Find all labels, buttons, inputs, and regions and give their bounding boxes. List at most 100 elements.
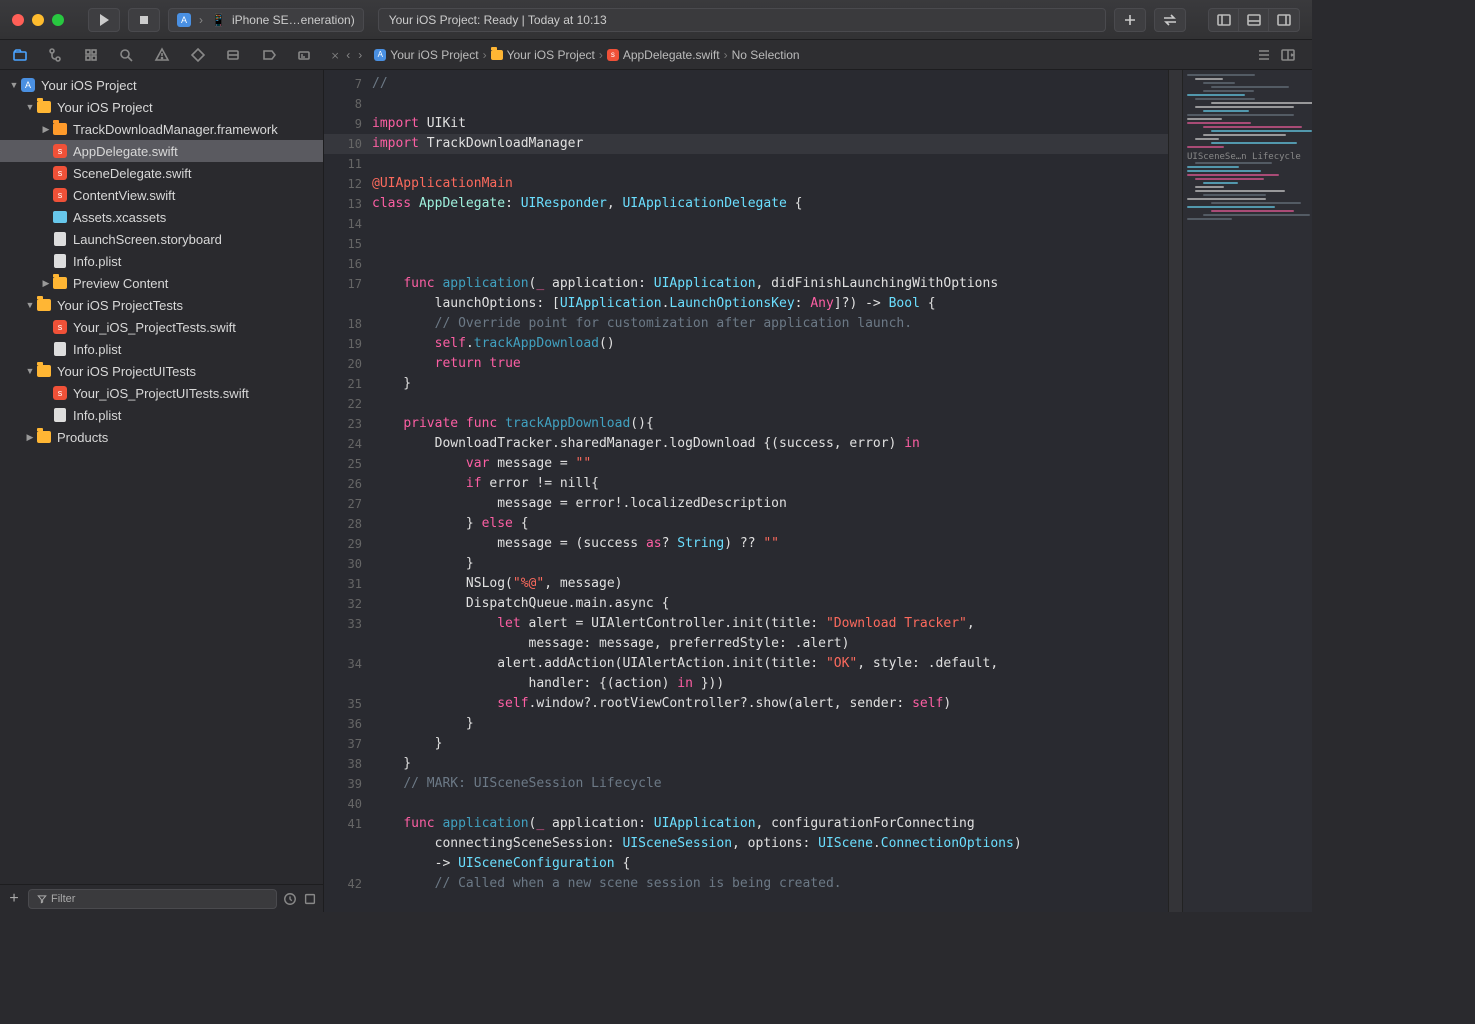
disclosure-triangle-icon[interactable]: ▶ [40,278,52,289]
navigator-tab-folder[interactable] [4,42,36,68]
code-line[interactable]: return true [372,354,1168,374]
tree-row[interactable]: Assets.xcassets [0,206,323,228]
code-line[interactable]: NSLog("%@", message) [372,574,1168,594]
navigator-tab-tests[interactable] [182,42,214,68]
jumpbar-item[interactable]: Your iOS Project [390,48,478,62]
close-button[interactable] [12,14,24,26]
code-line[interactable]: message = (success as? String) ?? "" [372,534,1168,554]
code-line[interactable] [372,154,1168,174]
tree-row[interactable]: LaunchScreen.storyboard [0,228,323,250]
clock-icon[interactable] [283,892,297,906]
code-line[interactable]: self.trackAppDownload() [372,334,1168,354]
code-line[interactable]: -> UISceneConfiguration { [372,854,1168,874]
toggle-navigator-button[interactable] [1209,9,1239,31]
scm-filter-icon[interactable] [303,892,317,906]
code-line[interactable]: DispatchQueue.main.async { [372,594,1168,614]
code-area[interactable]: // import UIKitimport TrackDownloadManag… [372,70,1168,912]
navigator-tab-symbols[interactable] [75,42,107,68]
navigator-tab-warnings[interactable] [146,42,178,68]
code-line[interactable] [372,254,1168,274]
code-line[interactable]: connectingSceneSession: UISceneSession, … [372,834,1168,854]
code-line[interactable]: if error != nill{ [372,474,1168,494]
tree-row[interactable]: Info.plist [0,338,323,360]
code-line[interactable]: import UIKit [372,114,1168,134]
code-line[interactable]: message: message, preferredStyle: .alert… [372,634,1168,654]
tree-row[interactable]: ▼Your iOS Project [0,96,323,118]
code-line[interactable]: launchOptions: [UIApplication.LaunchOpti… [372,294,1168,314]
toggle-inspectors-button[interactable] [1269,9,1299,31]
history-forward-button[interactable]: › [358,48,370,62]
tree-row[interactable]: sYour_iOS_ProjectUITests.swift [0,382,323,404]
library-button[interactable] [1114,8,1146,32]
tree-row[interactable]: ▼Your iOS ProjectUITests [0,360,323,382]
code-line[interactable]: self.window?.rootViewController?.show(al… [372,694,1168,714]
disclosure-triangle-icon[interactable]: ▶ [40,124,52,135]
code-line[interactable]: // MARK: UISceneSession Lifecycle [372,774,1168,794]
project-navigator[interactable]: ▼AYour iOS Project▼Your iOS Project▶Trac… [0,70,323,884]
disclosure-triangle-icon[interactable]: ▼ [24,366,36,376]
navigator-tab-search[interactable] [111,42,143,68]
code-line[interactable] [372,234,1168,254]
split-editor-icon[interactable] [1280,47,1296,63]
tree-row[interactable]: ▼Your iOS ProjectTests [0,294,323,316]
code-line[interactable]: } [372,754,1168,774]
code-line[interactable] [372,214,1168,234]
navigator-tab-logs[interactable] [289,42,321,68]
code-line[interactable] [372,94,1168,114]
source-editor[interactable]: 7891011121314151617181920212223242526272… [324,70,1312,912]
disclosure-triangle-icon[interactable]: ▼ [8,80,20,90]
maximize-button[interactable] [52,14,64,26]
disclosure-triangle-icon[interactable]: ▼ [24,300,36,310]
code-line[interactable]: @UIApplicationMain [372,174,1168,194]
code-line[interactable]: alert.addAction(UIAlertAction.init(title… [372,654,1168,674]
code-line[interactable]: } [372,734,1168,754]
navigator-tab-git[interactable] [40,42,72,68]
disclosure-triangle-icon[interactable]: ▼ [24,102,36,112]
stop-button[interactable] [128,8,160,32]
code-line[interactable]: } [372,554,1168,574]
tree-row[interactable]: Info.plist [0,250,323,272]
code-line[interactable]: class AppDelegate: UIResponder, UIApplic… [372,194,1168,214]
code-line[interactable]: func application(_ application: UIApplic… [372,814,1168,834]
related-items-icon[interactable]: 𐄂 [332,46,338,63]
jumpbar-item[interactable]: No Selection [732,48,800,62]
code-line[interactable]: let alert = UIAlertController.init(title… [372,614,1168,634]
scrollbar[interactable] [1168,70,1182,912]
code-line[interactable]: message = error!.localizedDescription [372,494,1168,514]
code-line[interactable]: } [372,714,1168,734]
history-back-button[interactable]: ‹ [342,48,354,62]
navigator-tab-debug[interactable] [217,42,249,68]
tree-row[interactable]: sSceneDelegate.swift [0,162,323,184]
tree-row[interactable]: Info.plist [0,404,323,426]
tree-row[interactable]: sContentView.swift [0,184,323,206]
code-line[interactable]: DownloadTracker.sharedManager.logDownloa… [372,434,1168,454]
code-line[interactable] [372,794,1168,814]
tree-row[interactable]: ▶TrackDownloadManager.framework [0,118,323,140]
tree-row[interactable]: sAppDelegate.swift [0,140,323,162]
code-line[interactable]: // Called when a new scene session is be… [372,874,1168,894]
jumpbar-item[interactable]: Your iOS Project [507,48,595,62]
code-review-button[interactable] [1154,8,1186,32]
add-button[interactable]: + [6,890,22,908]
tree-row[interactable]: ▶Products [0,426,323,448]
jumpbar-item[interactable]: AppDelegate.swift [623,48,720,62]
minimize-button[interactable] [32,14,44,26]
code-line[interactable] [372,394,1168,414]
code-line[interactable]: // Override point for customization afte… [372,314,1168,334]
tree-row[interactable]: ▼AYour iOS Project [0,74,323,96]
code-line[interactable]: } [372,374,1168,394]
lines-icon[interactable] [1256,47,1272,63]
tree-row[interactable]: ▶Preview Content [0,272,323,294]
code-line[interactable]: import TrackDownloadManager [372,134,1168,154]
navigator-tab-breakpoints[interactable] [253,42,285,68]
run-button[interactable] [88,8,120,32]
toggle-debug-area-button[interactable] [1239,9,1269,31]
code-line[interactable]: } else { [372,514,1168,534]
filter-input[interactable]: Filter [28,889,277,909]
scheme-selector[interactable]: A › 📱 iPhone SE…eneration) [168,8,364,32]
tree-row[interactable]: sYour_iOS_ProjectTests.swift [0,316,323,338]
code-line[interactable]: var message = "" [372,454,1168,474]
disclosure-triangle-icon[interactable]: ▶ [24,432,36,443]
minimap[interactable]: UISceneSe…n Lifecycle [1182,70,1312,912]
code-line[interactable]: func application(_ application: UIApplic… [372,274,1168,294]
